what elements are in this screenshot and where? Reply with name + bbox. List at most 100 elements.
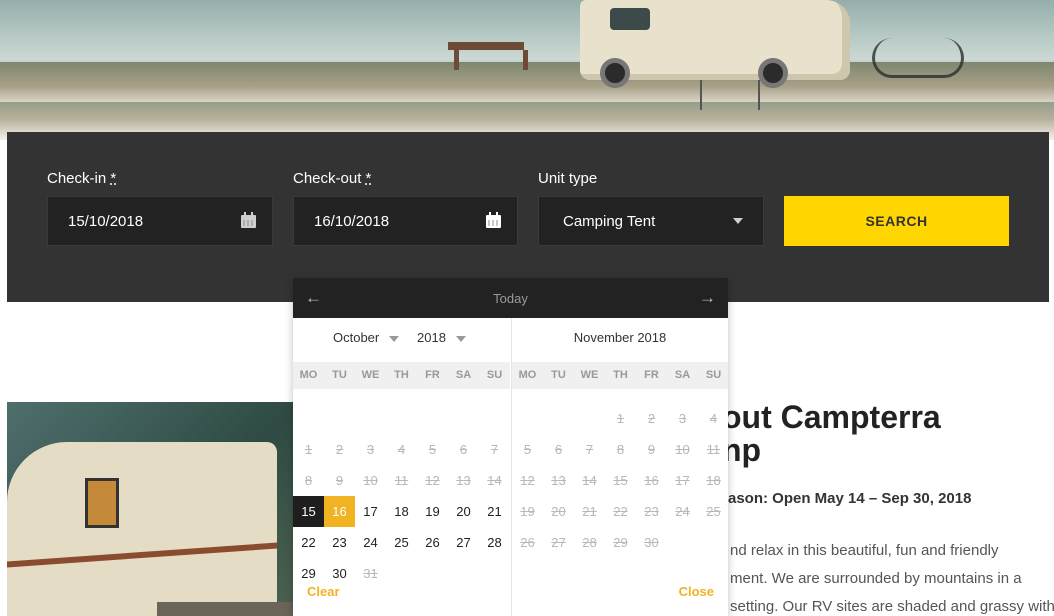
search-button[interactable]: SEARCH (784, 196, 1009, 246)
calendar-day: 31 (363, 566, 378, 581)
weekday-label: TU (551, 369, 566, 381)
checkin-label-text: Check-in (47, 170, 107, 187)
checkout-label: Check-out * (293, 170, 371, 187)
weekday-label: MO (518, 369, 537, 381)
calendar-day: 11 (394, 473, 409, 488)
checkin-label: Check-in * (47, 170, 116, 187)
checkin-field[interactable]: 15/10/2018 (47, 196, 273, 246)
calendar-day: 24 (675, 504, 690, 519)
unit-type-value: Camping Tent (563, 213, 656, 230)
weekday-label: SU (705, 369, 722, 381)
month-title: November 2018 (573, 330, 667, 345)
checkout-field[interactable]: 16/10/2018 (293, 196, 518, 246)
calendar-icon[interactable] (486, 212, 501, 228)
calendar-day[interactable]: 19 (417, 496, 448, 527)
calendar-month-left: October 2018 MO TU WE TH FR SA SU 123456… (293, 318, 510, 616)
calendar-day[interactable]: 18 (386, 496, 417, 527)
calendar-day[interactable]: 24 (355, 527, 386, 558)
about-title-line1: out Campterra (722, 399, 941, 435)
calendar-day: 4 (397, 442, 406, 457)
unit-type-select[interactable]: Camping Tent (538, 196, 764, 246)
hero-banner-image (0, 0, 1054, 140)
calendar-day: 13 (456, 473, 471, 488)
calendar-day: 11 (706, 442, 721, 457)
calendar-day: 22 (613, 504, 628, 519)
calendar-icon[interactable] (241, 212, 256, 228)
calendar-day: 12 (520, 473, 535, 488)
checkout-value: 16/10/2018 (314, 213, 390, 230)
year-select-value: 2018 (417, 330, 446, 345)
calendar-day: 3 (678, 411, 687, 426)
weekday-label: TU (332, 369, 347, 381)
calendar-day: 4 (709, 411, 718, 426)
weekday-label: SU (486, 369, 503, 381)
picnic-table-image (448, 42, 528, 70)
calendar-day: 25 (706, 504, 721, 519)
calendar-day[interactable]: 27 (448, 527, 479, 558)
calendar-day[interactable]: 22 (293, 527, 324, 558)
calendar-day: 30 (644, 535, 659, 550)
today-button[interactable]: Today (293, 291, 728, 306)
calendar-day[interactable]: 25 (386, 527, 417, 558)
next-month-arrow-icon[interactable]: → (699, 288, 716, 308)
month-select[interactable]: October (333, 330, 400, 345)
checkout-label-text: Check-out (293, 170, 362, 187)
calendar-day: 28 (582, 535, 597, 550)
calendar-day: 8 (616, 442, 625, 457)
calendar-day: 16 (644, 473, 659, 488)
calendar-day: 26 (520, 535, 535, 550)
calendar-day: 6 (554, 442, 563, 457)
about-paragraph-line: nd relax in this beautiful, fun and frie… (730, 542, 999, 559)
calendar-day: 10 (675, 442, 690, 457)
calendar-day: 8 (304, 473, 313, 488)
weekday-label: FR (425, 369, 440, 381)
weekday-header: MO TU WE TH FR SA SU (293, 362, 510, 389)
calendar-day[interactable]: 15 (293, 496, 324, 527)
month-select-value: October (333, 330, 380, 345)
season-text: ason: Open May 14 – Sep 30, 2018 (728, 490, 972, 507)
calendar-day: 5 (523, 442, 532, 457)
bicycles-image (872, 38, 964, 78)
calendar-day: 23 (644, 504, 659, 519)
weekday-label: WE (361, 369, 380, 381)
calendar-day: 19 (520, 504, 535, 519)
calendar-day[interactable]: 28 (479, 527, 510, 558)
calendar-day[interactable]: 16 (324, 496, 355, 527)
month-year-selectors: October 2018 (293, 330, 510, 350)
calendar-day: 17 (675, 473, 690, 488)
about-paragraph-line: setting. Our RV sites are shaded and gra… (730, 598, 1054, 615)
weekday-label: SA (455, 369, 472, 381)
calendar-day[interactable]: 23 (324, 527, 355, 558)
required-mark: * (110, 170, 117, 187)
chevron-down-icon (733, 218, 743, 224)
year-select[interactable]: 2018 (417, 330, 466, 345)
calendar-day: 12 (425, 473, 440, 488)
calendar-day: 15 (613, 473, 628, 488)
calendar-day: 29 (613, 535, 628, 550)
calendar-day: 1 (616, 411, 625, 426)
weekday-label: WE (580, 369, 599, 381)
chevron-down-icon (389, 335, 400, 342)
calendar-day[interactable]: 26 (417, 527, 448, 558)
close-button[interactable]: Close (679, 584, 714, 599)
calendar-day[interactable]: 21 (479, 496, 510, 527)
calendar-day: 20 (551, 504, 566, 519)
rv-wheel-rear (758, 58, 788, 88)
calendar-day: 6 (459, 442, 468, 457)
calendar-day[interactable]: 17 (355, 496, 386, 527)
clear-button[interactable]: Clear (307, 584, 340, 599)
weekday-label: TH (613, 369, 628, 381)
calendar-month-right: November 2018 MO TU WE TH FR SA SU 12345… (511, 318, 728, 616)
weekday-label: SA (674, 369, 691, 381)
booking-search-bar: Check-in * 15/10/2018 Check-out * 16/10/… (7, 132, 1049, 302)
calendar-day: 14 (487, 473, 502, 488)
calendar-day: 3 (366, 442, 375, 457)
datepicker-popup: ← Today → October 2018 MO TU WE TH FR SA… (293, 278, 728, 616)
unit-type-label: Unit type (538, 170, 598, 187)
calendar-day: 21 (582, 504, 597, 519)
calendar-day[interactable]: 20 (448, 496, 479, 527)
page-root: Check-in * 15/10/2018 Check-out * 16/10/… (0, 0, 1054, 616)
rv-wheel-front (600, 58, 630, 88)
calendar-day: 2 (647, 411, 656, 426)
weekday-label: TH (394, 369, 409, 381)
